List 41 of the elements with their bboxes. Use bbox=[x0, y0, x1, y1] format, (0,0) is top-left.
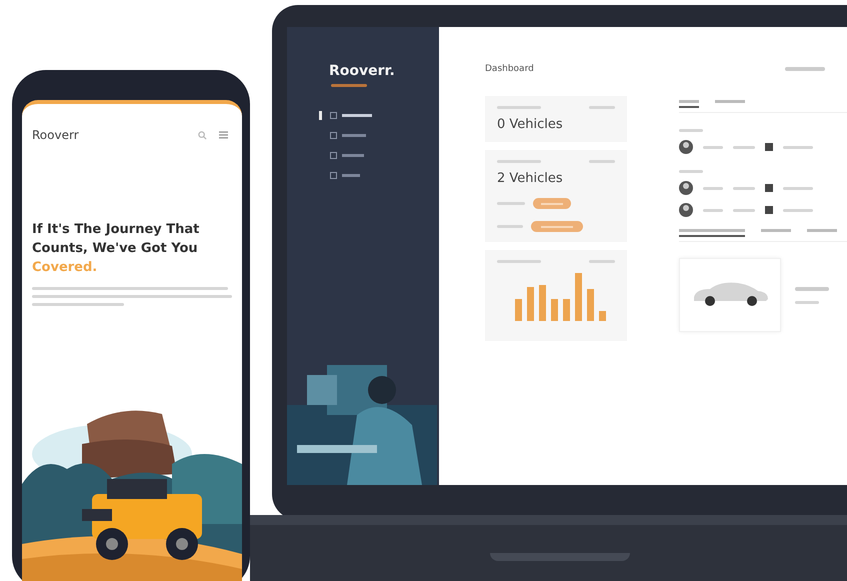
blurred-text bbox=[589, 160, 615, 163]
blurred-text bbox=[679, 129, 703, 132]
blurred-text bbox=[795, 300, 819, 304]
blurred-text bbox=[703, 146, 723, 148]
tab[interactable] bbox=[679, 229, 745, 237]
card-value: 0 Vehicles bbox=[497, 117, 564, 132]
blurred-text bbox=[679, 170, 703, 173]
blurred-text bbox=[733, 208, 755, 212]
blurred-text bbox=[331, 84, 367, 87]
blurred-text bbox=[497, 106, 541, 109]
card-value: 2 Vehicles bbox=[497, 171, 564, 186]
menu-icon bbox=[219, 131, 228, 139]
blurred-text bbox=[703, 208, 723, 212]
blurred-text bbox=[589, 106, 615, 109]
blurred-text bbox=[785, 67, 825, 71]
avatar-icon bbox=[679, 140, 693, 154]
blurred-text bbox=[497, 225, 523, 228]
page-title: Dashboard bbox=[485, 64, 534, 74]
status-badge bbox=[533, 198, 571, 209]
calendar-icon bbox=[765, 184, 773, 192]
search-icon bbox=[198, 130, 207, 140]
status-badge bbox=[531, 221, 583, 232]
blurred-text bbox=[783, 208, 813, 212]
blurred-text bbox=[497, 260, 541, 263]
blurred-text bbox=[783, 146, 813, 148]
blurred-text bbox=[783, 186, 813, 190]
blurred-text bbox=[703, 186, 723, 190]
avatar-icon bbox=[679, 181, 693, 195]
logo: Rooverr. bbox=[329, 63, 396, 79]
avatar-icon bbox=[679, 203, 693, 217]
blurred-text bbox=[733, 146, 755, 148]
blurred-text bbox=[795, 286, 829, 290]
blurred-text bbox=[733, 186, 755, 190]
calendar-icon bbox=[765, 143, 773, 151]
tab[interactable] bbox=[679, 100, 699, 108]
blurred-text bbox=[497, 160, 541, 163]
calendar-icon bbox=[765, 206, 773, 214]
blurred-text bbox=[589, 260, 615, 263]
logo: Rooverr bbox=[32, 128, 79, 142]
blurred-text bbox=[497, 202, 525, 205]
headline: If It's The Journey That Counts, We've Got You Covered. bbox=[32, 221, 200, 277]
